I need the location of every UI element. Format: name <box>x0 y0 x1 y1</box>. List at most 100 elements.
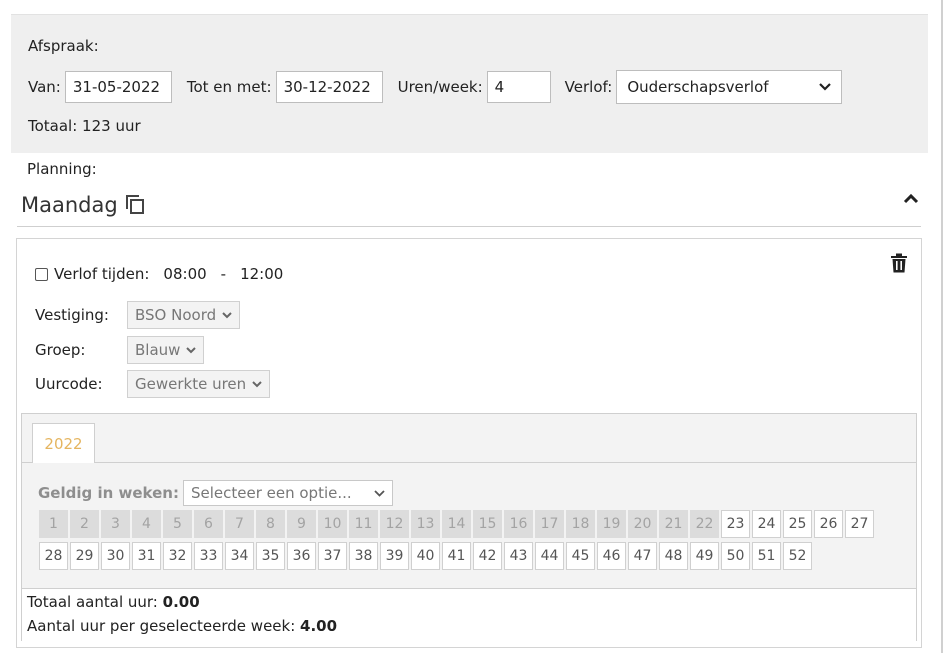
vestiging-select[interactable]: BSO Noord <box>127 301 241 329</box>
week-cell-6[interactable]: 6 <box>194 510 223 538</box>
verlof-select[interactable]: Ouderschapsverlof <box>616 70 843 104</box>
week-cell-40[interactable]: 40 <box>411 542 440 570</box>
totaal-aantal-uur-value: 0.00 <box>162 593 200 611</box>
week-cell-46[interactable]: 46 <box>597 542 626 570</box>
groep-row: Groep: Blauw <box>35 336 205 364</box>
week-cell-45[interactable]: 45 <box>566 542 595 570</box>
chevron-down-icon <box>819 83 832 91</box>
week-cell-49[interactable]: 49 <box>690 542 719 570</box>
totals-section: Totaal aantal uur: 0.00 Aantal uur per g… <box>22 588 916 642</box>
chevron-down-icon <box>374 489 385 497</box>
groep-select-value: Blauw <box>135 341 181 359</box>
geldig-row: Geldig in weken: Selecteer een optie... <box>38 480 393 506</box>
uur-per-week: Aantal uur per geselecteerde week: 4.00 <box>27 617 337 635</box>
time-from[interactable]: 08:00 <box>163 265 206 283</box>
week-cell-36[interactable]: 36 <box>287 542 316 570</box>
week-cell-12[interactable]: 12 <box>380 510 409 538</box>
vestiging-label: Vestiging: <box>35 306 109 324</box>
week-cell-51[interactable]: 51 <box>752 542 781 570</box>
afspraak-totaal: Totaal: 123 uur <box>28 117 141 135</box>
week-cell-31[interactable]: 31 <box>132 542 161 570</box>
week-cell-3[interactable]: 3 <box>101 510 130 538</box>
week-cell-5[interactable]: 5 <box>163 510 192 538</box>
week-cell-8[interactable]: 8 <box>256 510 285 538</box>
groep-select[interactable]: Blauw <box>127 336 205 364</box>
week-cell-24[interactable]: 24 <box>752 510 781 538</box>
trash-icon[interactable] <box>890 253 908 273</box>
week-cell-20[interactable]: 20 <box>628 510 657 538</box>
week-cell-4[interactable]: 4 <box>132 510 161 538</box>
year-panel: 2022 Geldig in weken: Selecteer een opti… <box>21 413 917 642</box>
chevron-up-icon[interactable] <box>902 190 920 208</box>
week-cell-16[interactable]: 16 <box>504 510 533 538</box>
week-cell-19[interactable]: 19 <box>597 510 626 538</box>
week-cell-23[interactable]: 23 <box>721 510 750 538</box>
week-cell-32[interactable]: 32 <box>163 542 192 570</box>
afspraak-title: Afspraak: <box>28 37 99 55</box>
verlof-label: Verlof: <box>564 78 613 96</box>
week-cell-1[interactable]: 1 <box>39 510 68 538</box>
tot-date-input[interactable]: 30-12-2022 <box>275 71 383 103</box>
week-cell-22[interactable]: 22 <box>690 510 719 538</box>
van-label: Van: <box>28 78 61 96</box>
uurcode-select-value: Gewerkte uren <box>135 375 247 393</box>
verlof-select-value: Ouderschapsverlof <box>627 78 769 96</box>
week-cell-25[interactable]: 25 <box>783 510 812 538</box>
week-cell-48[interactable]: 48 <box>659 542 688 570</box>
weeks-select[interactable]: Selecteer een optie... <box>182 480 393 506</box>
time-to[interactable]: 12:00 <box>240 265 283 283</box>
totaal-aantal-uur-label: Totaal aantal uur: <box>27 593 158 611</box>
week-cell-13[interactable]: 13 <box>411 510 440 538</box>
year-tabbar: 2022 <box>22 414 916 463</box>
week-cell-14[interactable]: 14 <box>442 510 471 538</box>
tab-2022[interactable]: 2022 <box>32 423 95 463</box>
week-row-2: 28 29 30 31 32 33 34 35 36 37 38 39 40 41 42 43 44 45 46 47… <box>39 542 899 570</box>
uurcode-row: Uurcode: Gewerkte uren <box>35 370 271 398</box>
week-cell-21[interactable]: 21 <box>659 510 688 538</box>
chevron-down-icon <box>252 380 262 387</box>
week-cell-42[interactable]: 42 <box>473 542 502 570</box>
chevron-down-icon <box>222 311 232 318</box>
week-grid: 1 2 3 4 5 6 7 8 9 10 11 12 13 14 15 16 17 18 19 20 21 22 23 24 2… <box>39 510 899 574</box>
week-cell-52[interactable]: 52 <box>783 542 812 570</box>
week-cell-39[interactable]: 39 <box>380 542 409 570</box>
week-cell-41[interactable]: 41 <box>442 542 471 570</box>
week-cell-38[interactable]: 38 <box>349 542 378 570</box>
week-cell-43[interactable]: 43 <box>504 542 533 570</box>
week-cell-29[interactable]: 29 <box>70 542 99 570</box>
verlof-tijden-checkbox[interactable] <box>35 267 48 281</box>
week-cell-15[interactable]: 15 <box>473 510 502 538</box>
week-cell-37[interactable]: 37 <box>318 542 347 570</box>
vestiging-row: Vestiging: BSO Noord <box>35 301 241 329</box>
week-cell-7[interactable]: 7 <box>225 510 254 538</box>
verlof-tijden-row: Verlof tijden: 08:00 - 12:00 <box>35 265 283 283</box>
chevron-down-icon <box>186 346 197 353</box>
copy-icon[interactable] <box>125 195 146 215</box>
week-cell-47[interactable]: 47 <box>628 542 657 570</box>
week-cell-35[interactable]: 35 <box>256 542 285 570</box>
week-cell-34[interactable]: 34 <box>225 542 254 570</box>
van-date-input[interactable]: 31-05-2022 <box>64 71 172 103</box>
time-separator: - <box>220 265 227 283</box>
week-cell-2[interactable]: 2 <box>70 510 99 538</box>
week-cell-44[interactable]: 44 <box>535 542 564 570</box>
afspraak-fields-row: Van: 31-05-2022 Tot en met: 30-12-2022 U… <box>28 70 843 104</box>
day-heading: Maandag <box>21 193 146 217</box>
week-cell-30[interactable]: 30 <box>101 542 130 570</box>
week-cell-28[interactable]: 28 <box>39 542 68 570</box>
week-cell-26[interactable]: 26 <box>814 510 843 538</box>
week-cell-27[interactable]: 27 <box>845 510 874 538</box>
uren-label: Uren/week: <box>397 78 483 96</box>
week-cell-17[interactable]: 17 <box>535 510 564 538</box>
week-cell-11[interactable]: 11 <box>349 510 378 538</box>
uren-per-week-input[interactable]: 4 <box>486 71 551 103</box>
week-cell-10[interactable]: 10 <box>318 510 347 538</box>
week-cell-18[interactable]: 18 <box>566 510 595 538</box>
week-row-1: 1 2 3 4 5 6 7 8 9 10 11 12 13 14 15 16 17 18 19 20 21 22 23 24 2… <box>39 510 899 538</box>
day-title: Maandag <box>21 193 118 217</box>
day-separator <box>17 226 921 227</box>
uurcode-select[interactable]: Gewerkte uren <box>127 370 271 398</box>
week-cell-9[interactable]: 9 <box>287 510 316 538</box>
week-cell-33[interactable]: 33 <box>194 542 223 570</box>
week-cell-50[interactable]: 50 <box>721 542 750 570</box>
